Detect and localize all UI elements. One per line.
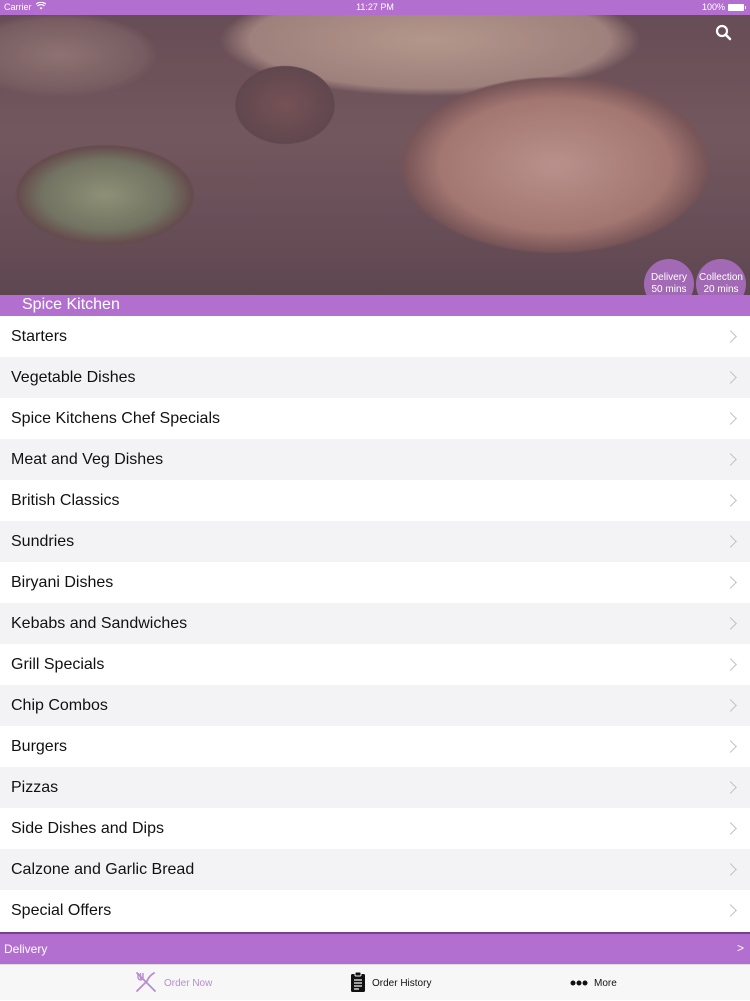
menu-category-item[interactable]: Vegetable Dishes: [0, 357, 750, 398]
tab-order-now[interactable]: Order Now: [134, 965, 212, 1001]
menu-category-item[interactable]: Burgers: [0, 726, 750, 767]
delivery-badge-label: Delivery: [650, 272, 688, 283]
menu-category-label: Meat and Veg Dishes: [11, 450, 164, 468]
menu-category-item[interactable]: Calzone and Garlic Bread: [0, 849, 750, 890]
restaurant-title-bar: Spice Kitchen: [0, 295, 750, 316]
battery-icon: [728, 3, 746, 11]
chevron-right-icon: [724, 412, 737, 425]
battery-percent: 100%: [701, 2, 725, 12]
fork-knife-icon: [134, 970, 158, 997]
search-icon[interactable]: [714, 23, 734, 43]
menu-category-item[interactable]: Sundries: [0, 521, 750, 562]
status-bar: Carrier 11:27 PM 100%: [0, 0, 750, 15]
menu-category-item[interactable]: Grill Specials: [0, 644, 750, 685]
tab-more-label: More: [594, 977, 617, 989]
menu-category-label: Grill Specials: [11, 655, 105, 673]
menu-category-label: Kebabs and Sandwiches: [11, 614, 188, 632]
menu-category-item[interactable]: Meat and Veg Dishes: [0, 439, 750, 480]
menu-category-item[interactable]: Chip Combos: [0, 685, 750, 726]
chevron-right-icon: [724, 822, 737, 835]
chevron-right-icon: [724, 658, 737, 671]
hero-image: Delivery 50 mins Collection 20 mins: [0, 15, 750, 316]
menu-category-label: Side Dishes and Dips: [11, 819, 164, 837]
chevron-right-icon: >: [736, 941, 744, 955]
menu-category-label: British Classics: [11, 491, 120, 509]
tab-order-history-label: Order History: [372, 977, 432, 989]
collection-badge-label: Collection: [699, 272, 743, 283]
chevron-right-icon: [724, 617, 737, 630]
status-time: 11:27 PM: [356, 2, 394, 12]
menu-category-label: Vegetable Dishes: [11, 368, 136, 386]
chevron-right-icon: [724, 863, 737, 876]
menu-category-item[interactable]: Side Dishes and Dips: [0, 808, 750, 849]
menu-category-label: Special Offers: [11, 901, 112, 919]
chevron-right-icon: [724, 371, 737, 384]
menu-category-label: Sundries: [11, 532, 75, 550]
clipboard-icon: [350, 971, 366, 996]
menu-category-item[interactable]: Kebabs and Sandwiches: [0, 603, 750, 644]
menu-category-label: Burgers: [11, 737, 68, 755]
menu-category-item[interactable]: British Classics: [0, 480, 750, 521]
menu-category-item[interactable]: Spice Kitchens Chef Specials: [0, 398, 750, 439]
menu-category-label: Calzone and Garlic Bread: [11, 860, 195, 878]
menu-category-list: Starters Vegetable Dishes Spice Kitchens…: [0, 316, 750, 931]
menu-category-label: Chip Combos: [11, 696, 108, 714]
chevron-right-icon: [724, 781, 737, 794]
menu-category-item[interactable]: Starters: [0, 316, 750, 357]
menu-category-item[interactable]: Special Offers: [0, 890, 750, 931]
delivery-mode-bar[interactable]: Delivery >: [0, 932, 750, 964]
chevron-right-icon: [724, 699, 737, 712]
tab-order-now-label: Order Now: [164, 977, 213, 989]
menu-category-label: Starters: [11, 327, 68, 345]
more-dots-icon: [570, 978, 588, 989]
menu-category-label: Biryani Dishes: [11, 573, 114, 591]
restaurant-name: Spice Kitchen: [22, 296, 120, 313]
delivery-mode-label: Delivery: [4, 942, 48, 956]
menu-category-item[interactable]: Biryani Dishes: [0, 562, 750, 603]
chevron-right-icon: [724, 494, 737, 507]
menu-category-item[interactable]: Pizzas: [0, 767, 750, 808]
chevron-right-icon: [724, 453, 737, 466]
chevron-right-icon: [724, 904, 737, 917]
menu-category-label: Spice Kitchens Chef Specials: [11, 409, 220, 427]
chevron-right-icon: [724, 740, 737, 753]
tab-bar: Order Now Order History More: [0, 964, 750, 1000]
tab-order-history[interactable]: Order History: [350, 965, 431, 1001]
menu-category-label: Pizzas: [11, 778, 59, 796]
chevron-right-icon: [724, 576, 737, 589]
tab-more[interactable]: More: [570, 965, 617, 1001]
chevron-right-icon: [724, 330, 737, 343]
chevron-right-icon: [724, 535, 737, 548]
